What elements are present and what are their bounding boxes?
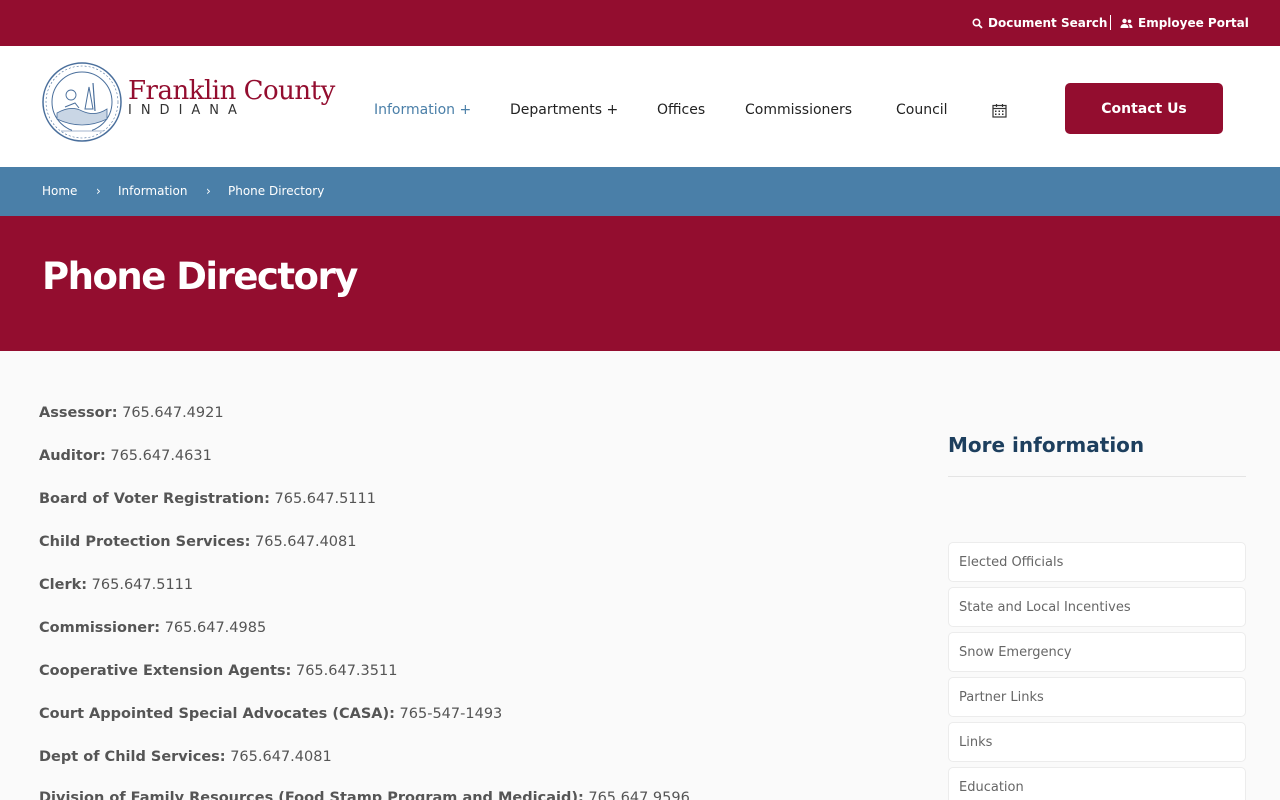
breadcrumb-current: Phone Directory bbox=[228, 184, 325, 198]
directory-phone: 765.647.5111 bbox=[274, 491, 376, 507]
directory-label: Auditor: bbox=[39, 448, 106, 464]
sidebar-divider bbox=[948, 476, 1246, 477]
directory-phone: 765.647.3511 bbox=[295, 663, 398, 679]
directory-label: Cooperative Extension Agents: bbox=[39, 663, 292, 679]
directory-entry: Clerk: 765.647.5111 bbox=[39, 577, 193, 593]
directory-phone: 765.647.9596 bbox=[588, 790, 690, 800]
directory-phone: 765.647.4081 bbox=[255, 534, 357, 550]
site-header: Franklin County INDIANA Information + De… bbox=[0, 46, 1280, 167]
directory-phone: 765.647.4081 bbox=[230, 749, 332, 765]
logo-county-name: Franklin County bbox=[128, 76, 335, 106]
sidebar-link-elected-officials[interactable]: Elected Officials bbox=[948, 542, 1246, 582]
directory-entry: Court Appointed Special Advocates (CASA)… bbox=[39, 706, 502, 722]
page-hero: Phone Directory bbox=[0, 216, 1280, 351]
sidebar-link-snow-emergency[interactable]: Snow Emergency bbox=[948, 632, 1246, 672]
page-title: Phone Directory bbox=[42, 255, 358, 298]
breadcrumb-information[interactable]: Information bbox=[118, 184, 187, 198]
directory-entry: Division of Family Resources (Food Stamp… bbox=[39, 790, 690, 800]
nav-information[interactable]: Information + bbox=[374, 102, 471, 118]
directory-phone: 765-547-1493 bbox=[399, 706, 503, 722]
calendar-icon[interactable] bbox=[992, 103, 1007, 122]
county-seal-logo[interactable] bbox=[41, 61, 123, 147]
directory-phone: 765.647.4921 bbox=[122, 405, 224, 421]
employee-portal-label: Employee Portal bbox=[1138, 16, 1249, 30]
directory-label: Dept of Child Services: bbox=[39, 749, 226, 765]
directory-label: Child Protection Services: bbox=[39, 534, 251, 550]
chevron-right-icon: › bbox=[96, 184, 101, 198]
directory-phone: 765.647.4985 bbox=[164, 620, 267, 636]
directory-entry: Cooperative Extension Agents: 765.647.35… bbox=[39, 663, 397, 679]
directory-label: Assessor: bbox=[39, 405, 118, 421]
directory-label: Clerk: bbox=[39, 577, 88, 593]
topbar-divider bbox=[1110, 15, 1111, 30]
nav-offices[interactable]: Offices bbox=[657, 102, 705, 118]
directory-phone: 765.647.4631 bbox=[110, 448, 212, 464]
nav-council[interactable]: Council bbox=[896, 102, 948, 118]
top-utility-bar: Document Search Employee Portal bbox=[0, 0, 1280, 46]
document-search-link[interactable]: Document Search bbox=[972, 16, 1107, 30]
directory-label: Board of Voter Registration: bbox=[39, 491, 270, 507]
sidebar-link-incentives[interactable]: State and Local Incentives bbox=[948, 587, 1246, 627]
document-search-label: Document Search bbox=[988, 16, 1108, 30]
directory-label: Division of Family Resources (Food Stamp… bbox=[39, 790, 584, 800]
employee-portal-link[interactable]: Employee Portal bbox=[1120, 16, 1249, 30]
directory-label: Commissioner: bbox=[39, 620, 161, 636]
search-icon bbox=[972, 17, 983, 29]
breadcrumb: Home › Information › Phone Directory bbox=[0, 167, 1280, 216]
seal-icon bbox=[42, 62, 122, 142]
directory-label: Court Appointed Special Advocates (CASA)… bbox=[39, 706, 395, 722]
site-logo-wordmark[interactable]: Franklin County INDIANA bbox=[128, 76, 335, 118]
directory-entry: Child Protection Services: 765.647.4081 bbox=[39, 534, 356, 550]
sidebar-link-partner-links[interactable]: Partner Links bbox=[948, 677, 1246, 717]
directory-entry: Board of Voter Registration: 765.647.511… bbox=[39, 491, 376, 507]
directory-entry: Auditor: 765.647.4631 bbox=[39, 448, 212, 464]
nav-commissioners[interactable]: Commissioners bbox=[745, 102, 852, 118]
sidebar-link-links[interactable]: Links bbox=[948, 722, 1246, 762]
contact-us-button[interactable]: Contact Us bbox=[1065, 83, 1223, 134]
chevron-right-icon: › bbox=[206, 184, 211, 198]
sidebar-title: More information bbox=[948, 433, 1145, 457]
users-icon bbox=[1120, 18, 1133, 28]
directory-phone: 765.647.5111 bbox=[91, 577, 194, 593]
directory-entry: Commissioner: 765.647.4985 bbox=[39, 620, 266, 636]
sidebar-link-education[interactable]: Education bbox=[948, 767, 1246, 800]
breadcrumb-home[interactable]: Home bbox=[42, 184, 77, 198]
nav-departments[interactable]: Departments + bbox=[510, 102, 618, 118]
logo-state-name: INDIANA bbox=[128, 103, 246, 118]
directory-entry: Assessor: 765.647.4921 bbox=[39, 405, 224, 421]
directory-entry: Dept of Child Services: 765.647.4081 bbox=[39, 749, 332, 765]
